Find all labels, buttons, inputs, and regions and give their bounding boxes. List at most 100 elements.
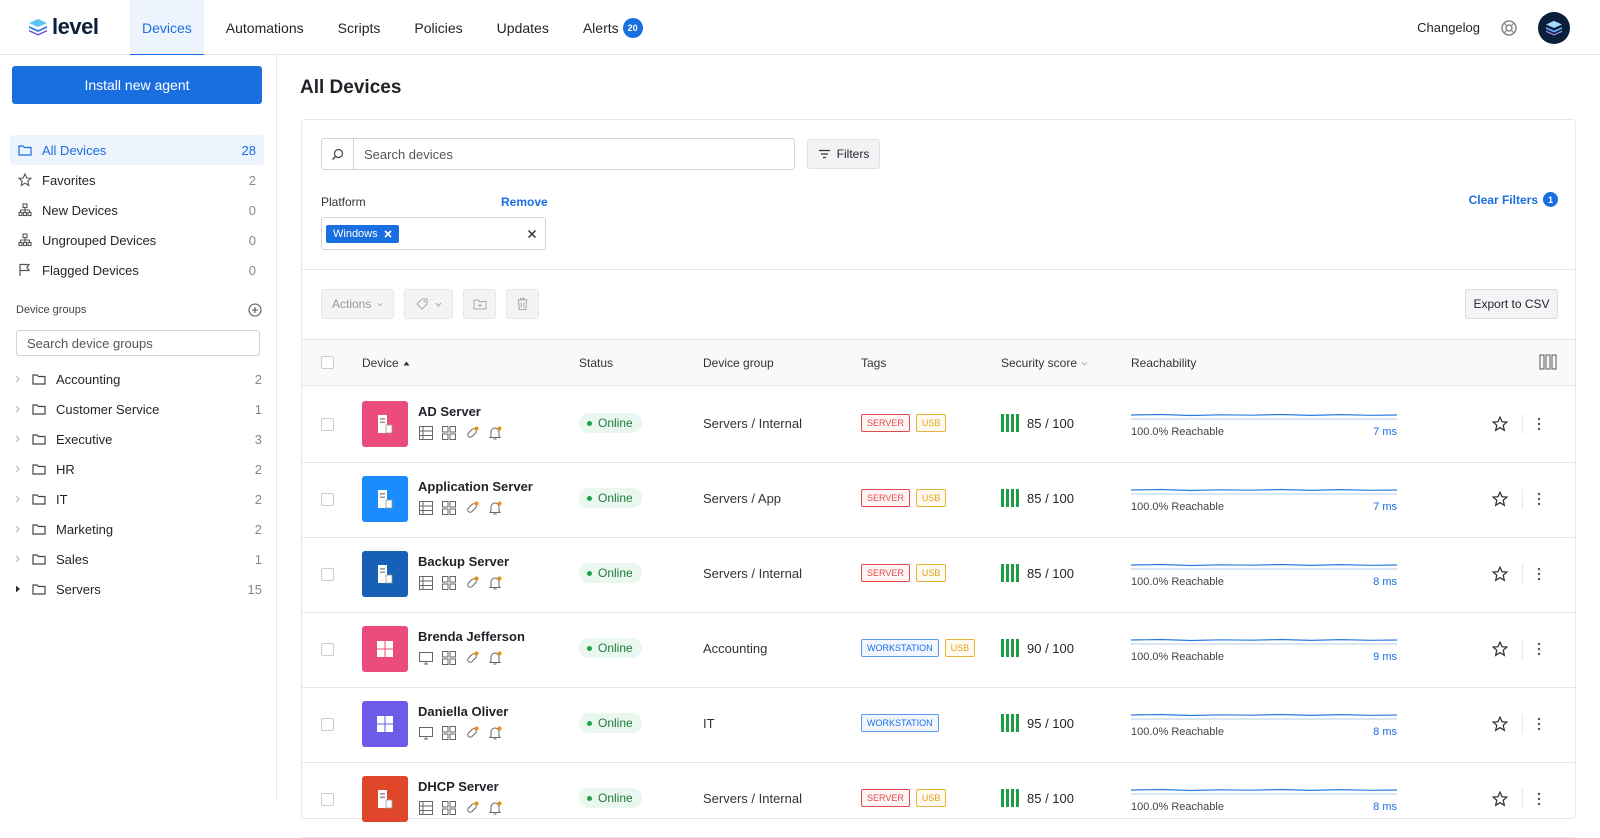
device-avatar[interactable] bbox=[362, 401, 408, 447]
group-item-hr[interactable]: HR 2 bbox=[12, 454, 262, 484]
security-score[interactable]: 85 / 100 bbox=[1001, 489, 1074, 507]
device-avatar[interactable] bbox=[362, 551, 408, 597]
tab-policies[interactable]: Policies bbox=[402, 0, 474, 55]
table-row[interactable]: Backup Server Online Servers / Internal SER… bbox=[302, 537, 1575, 613]
tag-badge[interactable]: USB bbox=[944, 639, 976, 657]
sidebar-item-favorites[interactable]: Favorites 2 bbox=[10, 165, 264, 195]
favorite-star-icon[interactable] bbox=[1492, 791, 1508, 807]
tab-alerts[interactable]: Alerts 20 bbox=[571, 0, 655, 55]
select-all-checkbox[interactable] bbox=[321, 356, 334, 369]
reachability-cell[interactable]: 100.0% Reachable 8 ms bbox=[1131, 711, 1397, 738]
group-item-accounting[interactable]: Accounting 2 bbox=[12, 364, 262, 394]
more-vertical-icon[interactable] bbox=[1537, 717, 1541, 731]
group-item-it[interactable]: IT 2 bbox=[12, 484, 262, 514]
install-new-agent-button[interactable]: Install new agent bbox=[12, 66, 262, 104]
more-vertical-icon[interactable] bbox=[1537, 567, 1541, 581]
group-item-sales[interactable]: Sales 1 bbox=[12, 544, 262, 574]
device-avatar[interactable] bbox=[362, 626, 408, 672]
column-status-header[interactable]: Status bbox=[579, 356, 613, 370]
tag-badge[interactable]: SERVER bbox=[861, 564, 910, 582]
reachability-cell[interactable]: 100.0% Reachable 9 ms bbox=[1131, 636, 1397, 663]
favorite-star-icon[interactable] bbox=[1492, 566, 1508, 582]
filters-button[interactable]: Filters bbox=[807, 139, 880, 169]
device-name[interactable]: Backup Server bbox=[418, 554, 509, 569]
chevron-right-icon[interactable] bbox=[12, 463, 24, 475]
tag-badge[interactable]: SERVER bbox=[861, 489, 910, 507]
tag-badge[interactable]: USB bbox=[915, 564, 947, 582]
tag-badge[interactable]: WORKSTATION bbox=[861, 639, 939, 657]
chip-close-icon[interactable] bbox=[384, 229, 392, 238]
actions-dropdown[interactable]: Actions bbox=[321, 289, 394, 319]
group-item-executive[interactable]: Executive 3 bbox=[12, 424, 262, 454]
tag-badge[interactable]: SERVER bbox=[861, 414, 910, 432]
tag-dropdown[interactable] bbox=[404, 289, 453, 319]
add-group-icon[interactable] bbox=[248, 303, 262, 317]
tag-badge[interactable]: WORKSTATION bbox=[861, 714, 939, 732]
sidebar-item-flagged-devices[interactable]: Flagged Devices 0 bbox=[10, 255, 264, 285]
sidebar-item-ungrouped-devices[interactable]: Ungrouped Devices 0 bbox=[10, 225, 264, 255]
column-tags-header[interactable]: Tags bbox=[861, 356, 886, 370]
device-avatar[interactable] bbox=[362, 701, 408, 747]
table-row[interactable]: DHCP Server Online Servers / Internal SERVE… bbox=[302, 762, 1575, 838]
tab-updates[interactable]: Updates bbox=[485, 0, 561, 55]
security-score[interactable]: 95 / 100 bbox=[1001, 714, 1074, 732]
device-groups-search-input[interactable] bbox=[16, 330, 260, 356]
more-vertical-icon[interactable] bbox=[1537, 492, 1541, 506]
device-name[interactable]: Daniella Oliver bbox=[418, 704, 508, 719]
delete-button[interactable] bbox=[506, 289, 539, 319]
device-name[interactable]: DHCP Server bbox=[418, 779, 503, 794]
chevron-right-icon[interactable] bbox=[12, 433, 24, 445]
tab-devices[interactable]: Devices bbox=[130, 0, 204, 56]
security-score[interactable]: 90 / 100 bbox=[1001, 639, 1074, 657]
chevron-right-icon[interactable] bbox=[12, 493, 24, 505]
chevron-right-icon[interactable] bbox=[12, 403, 24, 415]
device-name[interactable]: AD Server bbox=[418, 404, 503, 419]
device-avatar[interactable] bbox=[362, 476, 408, 522]
favorite-star-icon[interactable] bbox=[1492, 491, 1508, 507]
group-item-marketing[interactable]: Marketing 2 bbox=[12, 514, 262, 544]
group-item-customer-service[interactable]: Customer Service 1 bbox=[12, 394, 262, 424]
favorite-star-icon[interactable] bbox=[1492, 641, 1508, 657]
logo[interactable]: level bbox=[28, 12, 99, 42]
security-score[interactable]: 85 / 100 bbox=[1001, 564, 1074, 582]
device-name[interactable]: Brenda Jefferson bbox=[418, 629, 525, 644]
device-avatar[interactable] bbox=[362, 776, 408, 822]
reachability-cell[interactable]: 100.0% Reachable 8 ms bbox=[1131, 561, 1397, 588]
row-checkbox[interactable] bbox=[321, 418, 334, 431]
group-item-servers[interactable]: Servers 15 bbox=[12, 574, 262, 604]
row-checkbox[interactable] bbox=[321, 568, 334, 581]
table-row[interactable]: Brenda Jefferson Online Accounting WORKSTAT… bbox=[302, 612, 1575, 688]
column-group-header[interactable]: Device group bbox=[703, 356, 774, 370]
column-score-header[interactable]: Security score bbox=[1001, 356, 1088, 370]
security-score[interactable]: 85 / 100 bbox=[1001, 414, 1074, 432]
row-checkbox[interactable] bbox=[321, 718, 334, 731]
reachability-cell[interactable]: 100.0% Reachable 7 ms bbox=[1131, 411, 1397, 438]
device-name[interactable]: Application Server bbox=[418, 479, 533, 494]
table-row[interactable]: AD Server Online Servers / Internal SERVER U… bbox=[302, 387, 1575, 463]
more-vertical-icon[interactable] bbox=[1537, 792, 1541, 806]
remove-platform-filter-link[interactable]: Remove bbox=[501, 195, 548, 209]
row-checkbox[interactable] bbox=[321, 643, 334, 656]
favorite-star-icon[interactable] bbox=[1492, 416, 1508, 432]
row-checkbox[interactable] bbox=[321, 493, 334, 506]
tag-badge[interactable]: SERVER bbox=[861, 789, 910, 807]
avatar[interactable] bbox=[1538, 11, 1570, 44]
move-to-group-button[interactable] bbox=[463, 289, 496, 319]
chevron-right-icon[interactable] bbox=[12, 553, 24, 565]
reachability-cell[interactable]: 100.0% Reachable 7 ms bbox=[1131, 486, 1397, 513]
clear-filters-link[interactable]: Clear Filters 1 bbox=[1469, 192, 1558, 207]
tab-scripts[interactable]: Scripts bbox=[326, 0, 393, 55]
table-row[interactable]: Application Server Online Servers / App SER… bbox=[302, 462, 1575, 538]
more-vertical-icon[interactable] bbox=[1537, 417, 1541, 431]
platform-filter-select[interactable]: Windows bbox=[321, 217, 546, 250]
chevron-right-icon[interactable] bbox=[12, 373, 24, 385]
clear-select-icon[interactable] bbox=[527, 229, 537, 239]
search-devices-input[interactable] bbox=[354, 140, 794, 168]
tag-badge[interactable]: USB bbox=[915, 789, 947, 807]
sidebar-item-new-devices[interactable]: New Devices 0 bbox=[10, 195, 264, 225]
tag-badge[interactable]: USB bbox=[915, 489, 947, 507]
column-device-header[interactable]: Device bbox=[362, 356, 410, 370]
help-icon[interactable] bbox=[1500, 19, 1518, 37]
column-reach-header[interactable]: Reachability bbox=[1131, 356, 1196, 370]
tab-automations[interactable]: Automations bbox=[214, 0, 316, 55]
